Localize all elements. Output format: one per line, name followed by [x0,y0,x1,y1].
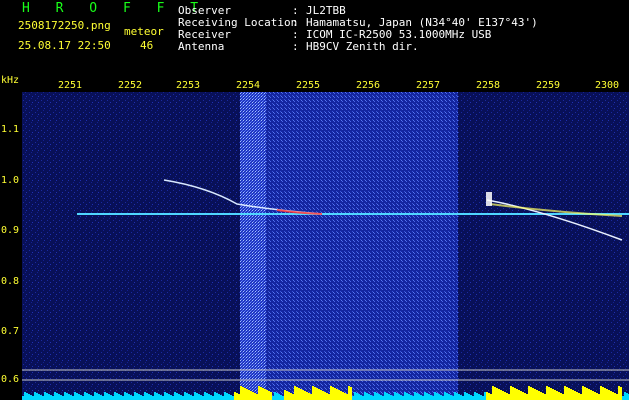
y-tick-0.6: 0.6 [1,374,20,385]
noise-band-wide [240,92,458,400]
x-tick-2259: 2259 [536,80,561,91]
hrofft-window: H R O F F T 2508172250.png meteor 25.08.… [0,0,629,400]
noise-band-right [458,92,629,400]
y-tick-0.8: 0.8 [1,276,20,287]
antenna-label: Antenna [178,40,225,53]
x-tick-2256: 2256 [356,80,381,91]
spectrogram [22,92,629,400]
x-tick-2257: 2257 [416,80,441,91]
image-filename: 2508172250.png [18,19,111,32]
datetime-label: 25.08.17 22:50 [18,39,111,52]
detection-count: 46 [140,39,154,52]
x-tick-2300: 2300 [595,80,620,91]
antenna-sep: : [292,40,299,53]
x-tick-2254: 2254 [236,80,261,91]
x-tick-2255: 2255 [296,80,321,91]
meteor-head-2 [486,192,492,206]
noise-band-bright [240,92,266,400]
mode-label: meteor [124,25,164,38]
x-tick-2258: 2258 [476,80,501,91]
header-panel: H R O F F T 2508172250.png meteor 25.08.… [0,0,629,72]
y-tick-0.9: 0.9 [1,225,20,236]
y-tick-0.7: 0.7 [1,326,20,337]
x-tick-2251: 2251 [58,80,83,91]
y-tick-1.0: 1.0 [1,175,20,186]
y-tick-1.1: 1.1 [1,124,20,135]
x-tick-2253: 2253 [176,80,201,91]
axis-unit: kHz [1,75,20,86]
x-tick-2252: 2252 [118,80,143,91]
antenna-value: HB9CV Zenith dir. [306,40,419,53]
